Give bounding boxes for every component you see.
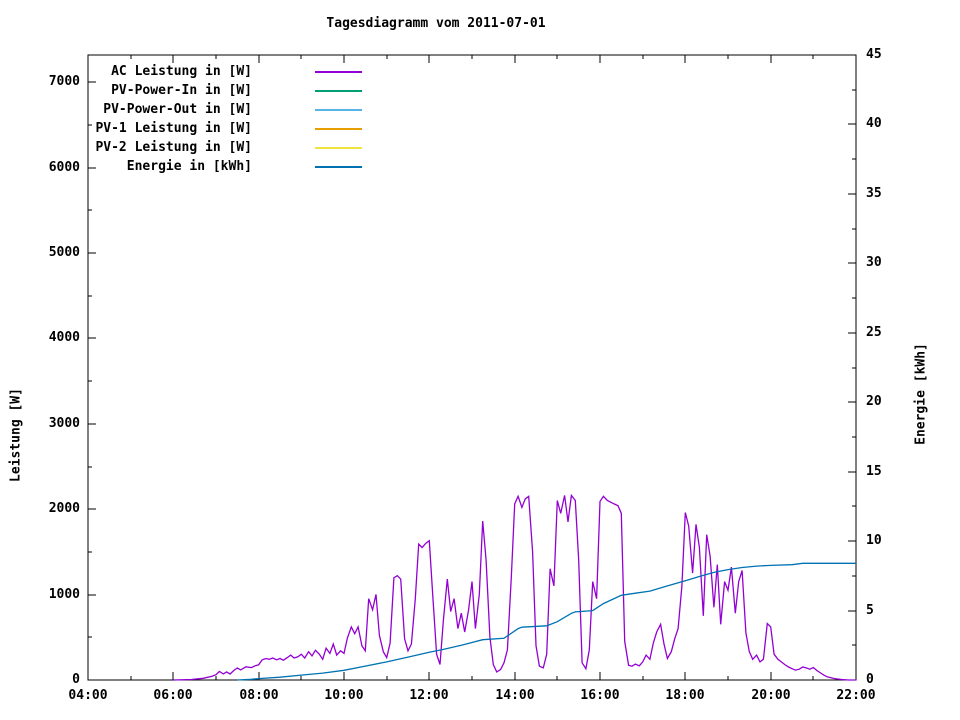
legend-row-ac-leistung: AC Leistung in [W] [88, 62, 362, 81]
x-tick-label: 12:00 [399, 688, 459, 703]
legend-row-pv-power-in: PV-Power-In in [W] [88, 81, 362, 100]
legend-row-energie: Energie in [kWh] [88, 157, 362, 176]
series-line-ac-leistung-in-w [173, 495, 856, 680]
y-right-tick-label: 15 [866, 464, 926, 479]
x-tick-label: 20:00 [741, 688, 801, 703]
y-right-tick-label: 40 [866, 116, 926, 131]
series-lines [173, 495, 856, 680]
x-tick-label: 04:00 [58, 688, 118, 703]
y-left-tick-label: 5000 [2, 245, 80, 260]
x-tick-label: 22:00 [826, 688, 886, 703]
y-right-tick-label: 35 [866, 186, 926, 201]
legend-line-sample-pv-power-out [315, 109, 362, 111]
legend-row-pv-power-out: PV-Power-Out in [W] [88, 100, 362, 119]
legend-line-sample-energie [315, 166, 362, 168]
y-left-tick-label: 4000 [2, 330, 80, 345]
x-tick-label: 10:00 [314, 688, 374, 703]
x-tick-label: 18:00 [655, 688, 715, 703]
x-tick-label: 06:00 [143, 688, 203, 703]
legend-label-pv2-leistung: PV-2 Leistung in [W] [88, 140, 252, 155]
y-left-tick-label: 6000 [2, 160, 80, 175]
legend-line-sample-pv2-leistung [315, 147, 362, 149]
y-right-tick-label: 45 [866, 47, 926, 62]
daily-pv-chart: Tagesdiagramm vom 2011-07-01 Leistung [W… [0, 0, 960, 720]
legend-row-pv2-leistung: PV-2 Leistung in [W] [88, 138, 362, 157]
x-tick-label: 16:00 [570, 688, 630, 703]
y-left-tick-label: 1000 [2, 587, 80, 602]
y-right-tick-label: 0 [866, 672, 926, 687]
y-right-tick-label: 5 [866, 603, 926, 618]
y-right-tick-label: 25 [866, 325, 926, 340]
y-right-tick-label: 20 [866, 394, 926, 409]
legend-label-energie: Energie in [kWh] [88, 159, 252, 174]
legend-label-ac-leistung: AC Leistung in [W] [88, 64, 252, 79]
y-left-tick-label: 7000 [2, 74, 80, 89]
legend: AC Leistung in [W] PV-Power-In in [W] PV… [88, 62, 362, 176]
x-tick-label: 14:00 [485, 688, 545, 703]
y-left-tick-label: 0 [2, 672, 80, 687]
y-right-tick-label: 10 [866, 533, 926, 548]
x-tick-label: 08:00 [229, 688, 289, 703]
y-left-tick-label: 2000 [2, 501, 80, 516]
legend-label-pv-power-in: PV-Power-In in [W] [88, 83, 252, 98]
series-line-energie-in-kwh [237, 563, 856, 680]
y-left-tick-label: 3000 [2, 416, 80, 431]
legend-line-sample-pv1-leistung [315, 128, 362, 130]
legend-label-pv1-leistung: PV-1 Leistung in [W] [88, 121, 252, 136]
legend-label-pv-power-out: PV-Power-Out in [W] [88, 102, 252, 117]
legend-line-sample-ac-leistung [315, 71, 362, 73]
legend-line-sample-pv-power-in [315, 90, 362, 92]
y-right-tick-label: 30 [866, 255, 926, 270]
legend-row-pv1-leistung: PV-1 Leistung in [W] [88, 119, 362, 138]
